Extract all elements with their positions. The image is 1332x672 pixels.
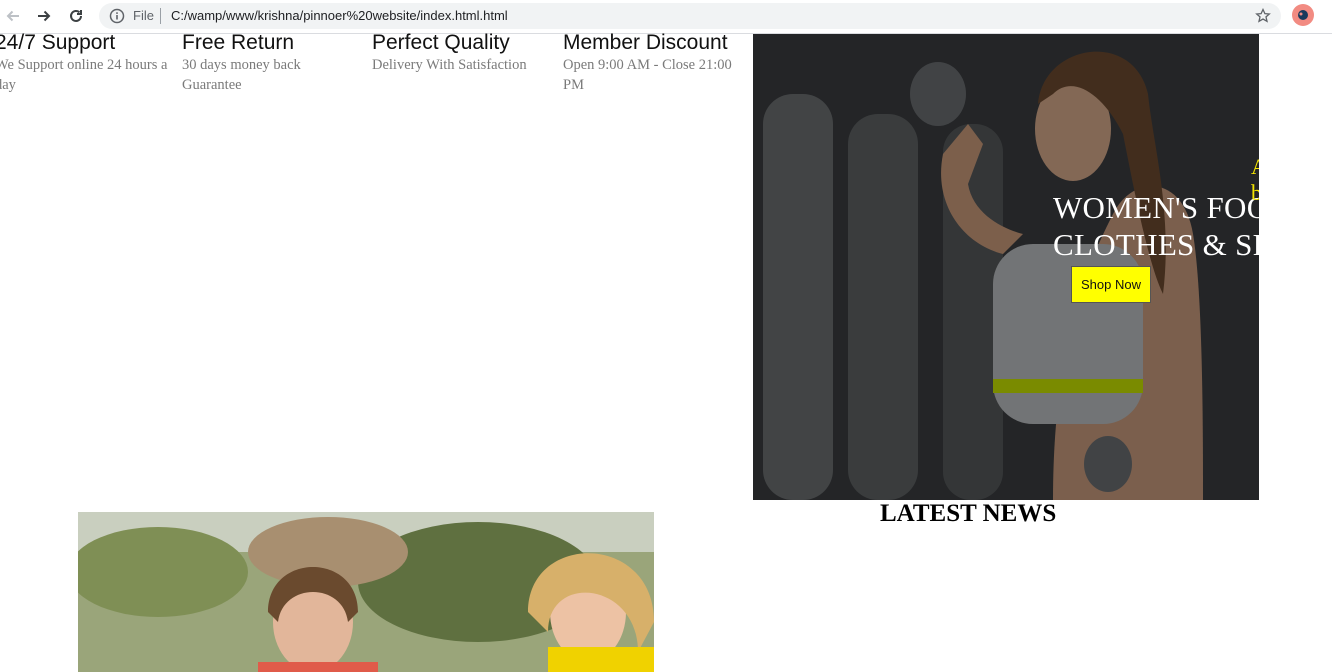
feature-return: Free Return 30 days money back Guarantee bbox=[182, 30, 367, 95]
browser-toolbar: File C:/wamp/www/krishna/pinnoer%20websi… bbox=[0, 0, 1332, 34]
file-label: File bbox=[133, 8, 154, 23]
feature-discount: Member Discount Open 9:00 AM - Close 21:… bbox=[563, 30, 748, 95]
reload-button[interactable] bbox=[63, 3, 89, 29]
hero-accent-text: A b b bbox=[1251, 154, 1259, 205]
forward-button[interactable] bbox=[31, 3, 57, 29]
latest-news-heading: LATEST NEWS bbox=[880, 500, 1057, 527]
feature-desc: Delivery With Satisfaction bbox=[372, 57, 527, 73]
avatar[interactable] bbox=[1292, 4, 1314, 26]
runners-photo bbox=[78, 512, 654, 672]
feature-title: Member Discount bbox=[563, 31, 728, 54]
feature-title: Free Return bbox=[182, 31, 295, 54]
arrow-right-icon bbox=[38, 10, 51, 22]
runners-image bbox=[78, 512, 654, 672]
arrow-left-icon bbox=[6, 10, 19, 22]
feature-support: 24/7 Support We Support online 24 hours … bbox=[0, 30, 180, 95]
star-icon[interactable] bbox=[1255, 8, 1271, 24]
feature-desc: We Support online 24 hours a day bbox=[0, 57, 168, 93]
feature-quality: Perfect Quality Delivery With Satisfacti… bbox=[372, 30, 557, 75]
hero-title: WOMEN'S FOOTWEAR, CLOTHES & SPORTSWEAR bbox=[1053, 190, 1259, 262]
feature-title: Perfect Quality bbox=[372, 31, 510, 54]
omnibox-divider bbox=[160, 8, 161, 24]
hero-overlay bbox=[753, 34, 1259, 500]
info-icon[interactable] bbox=[109, 8, 125, 24]
url-text[interactable]: C:/wamp/www/krishna/pinnoer%20website/in… bbox=[171, 8, 508, 23]
address-bar[interactable]: File C:/wamp/www/krishna/pinnoer%20websi… bbox=[99, 3, 1281, 29]
feature-desc: Open 9:00 AM - Close 21:00 PM bbox=[563, 57, 732, 93]
feature-desc: 30 days money back Guarantee bbox=[182, 57, 301, 93]
shop-now-button[interactable]: Shop Now bbox=[1071, 266, 1151, 303]
back-button[interactable] bbox=[0, 3, 26, 29]
hero-banner: WOMEN'S FOOTWEAR, CLOTHES & SPORTSWEAR A… bbox=[753, 34, 1259, 500]
feature-title: 24/7 Support bbox=[0, 31, 116, 54]
reload-icon bbox=[70, 9, 82, 22]
profile-icon bbox=[1298, 10, 1308, 20]
